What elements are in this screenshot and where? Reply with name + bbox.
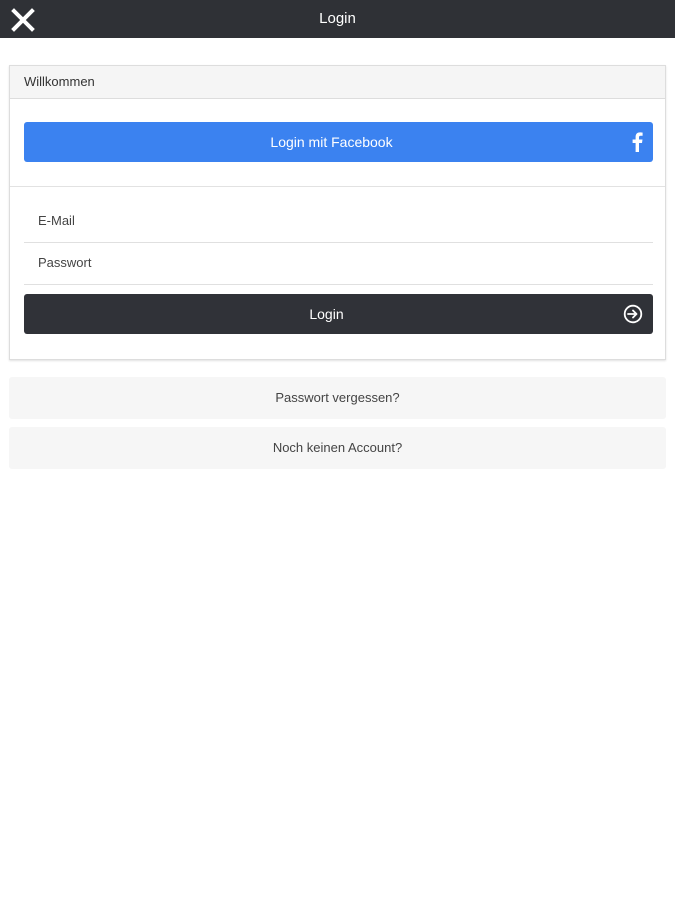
panel-header: Willkommen <box>10 66 665 99</box>
register-button[interactable]: Noch keinen Account? <box>9 427 666 469</box>
email-field <box>24 200 653 243</box>
login-panel: Willkommen Login mit Facebook Login <box>9 65 666 360</box>
login-arrow-icon <box>623 304 643 324</box>
password-field <box>24 242 653 285</box>
facebook-login-button[interactable]: Login mit Facebook <box>24 122 653 162</box>
facebook-icon <box>632 132 643 152</box>
welcome-heading: Willkommen <box>24 74 95 89</box>
page-title: Login <box>319 10 356 27</box>
email-input[interactable] <box>24 200 638 240</box>
password-input[interactable] <box>24 242 638 282</box>
facebook-login-label: Login mit Facebook <box>270 134 393 150</box>
forgot-password-button[interactable]: Passwort vergessen? <box>9 377 666 419</box>
section-divider <box>10 186 665 187</box>
login-button-label: Login <box>309 306 344 322</box>
top-app-bar: Login <box>0 0 675 38</box>
login-button[interactable]: Login <box>24 294 653 334</box>
